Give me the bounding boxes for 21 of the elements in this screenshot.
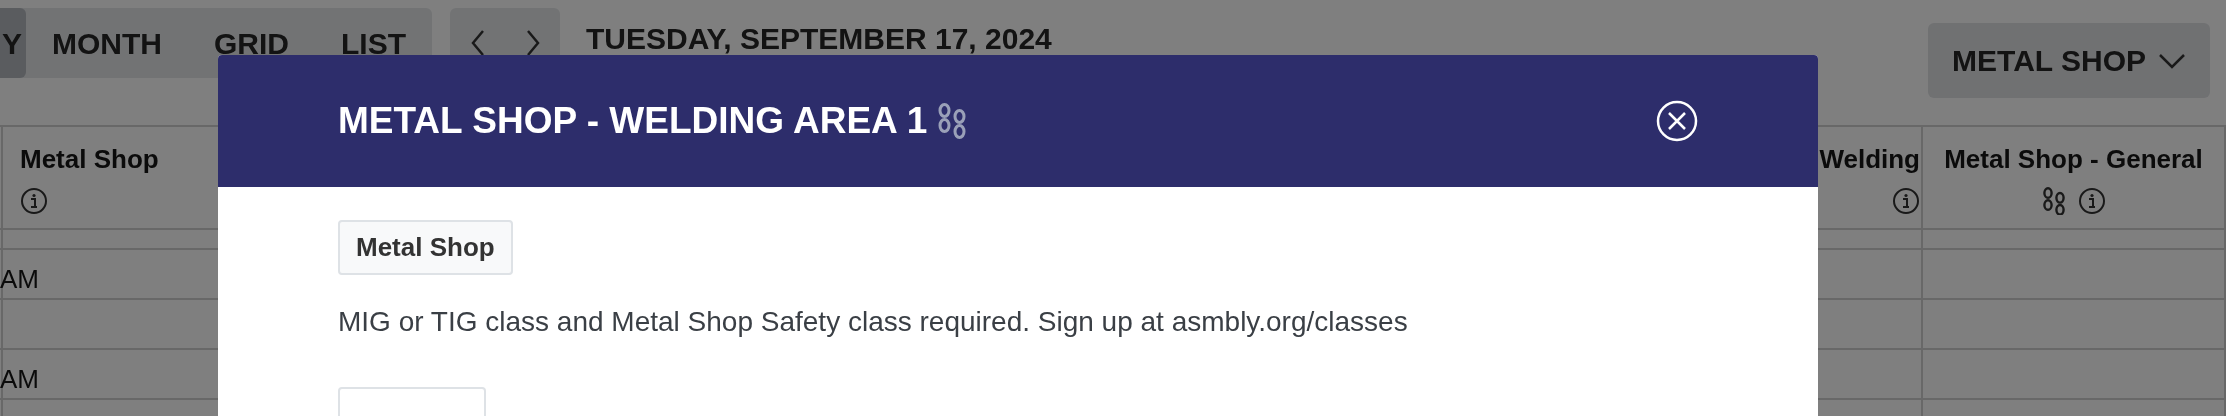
chevron-down-icon (2158, 52, 2186, 69)
view-tab[interactable]: MONTH (26, 8, 188, 78)
info-icon[interactable] (20, 187, 48, 215)
previous-icon[interactable] (469, 29, 486, 57)
time-label: AM (0, 263, 39, 296)
date-heading: TUESDAY, SEPTEMBER 17, 2024 (586, 21, 1052, 57)
view-tab[interactable]: GRID (188, 8, 315, 78)
time-label: AM (0, 363, 39, 396)
close-button[interactable] (1656, 100, 1698, 142)
info-icon[interactable] (2077, 187, 2106, 215)
dialog-title: METAL SHOP - WELDING AREA 1 (338, 98, 928, 143)
next-icon[interactable] (524, 29, 541, 57)
view-tab[interactable]: Y (0, 8, 26, 78)
view-tab[interactable]: LIST (315, 8, 432, 78)
info-icon[interactable] (1892, 187, 1920, 215)
column-header: Metal Shop - General (1944, 142, 2203, 176)
location-dropdown[interactable]: METAL SHOP (1928, 23, 2210, 98)
column-header: Welding (1819, 143, 1920, 176)
column-header: Metal Shop (20, 143, 159, 176)
category-tag: Metal Shop (338, 220, 513, 275)
description: MIG or TIG class and Metal Shop Safety class required. Sign up at asmbly.org/classes (338, 305, 1409, 339)
